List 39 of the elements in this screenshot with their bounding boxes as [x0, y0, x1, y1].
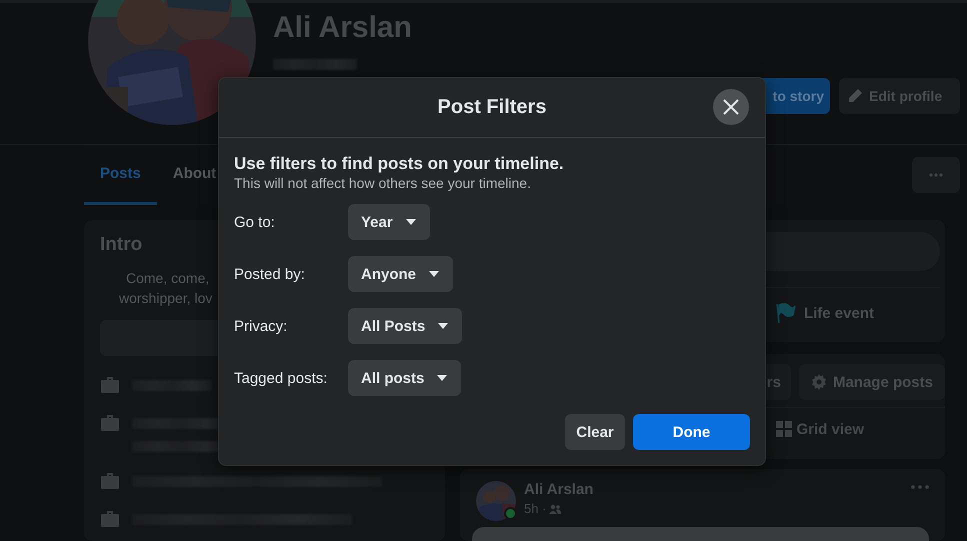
post-author: Ali Arslan	[524, 481, 594, 498]
more-icon	[929, 173, 943, 177]
done-button[interactable]: Done	[633, 414, 750, 450]
caret-icon	[428, 270, 440, 278]
life-event-button[interactable]: Life event	[768, 301, 880, 325]
grid-icon	[776, 421, 792, 437]
intro-title: Intro	[100, 234, 144, 256]
flag-icon	[774, 302, 796, 324]
caret-icon	[404, 218, 417, 226]
filter-dropdown[interactable]: All posts	[348, 360, 462, 396]
filter-dropdown[interactable]: Anyone	[348, 256, 454, 292]
dialog-heading: Use filters to find posts on your timeline.	[234, 154, 565, 174]
bio-text: Come, come,	[126, 269, 210, 288]
profile-name: Ali Arslan	[273, 11, 412, 45]
filter-label: Posted by:	[234, 266, 306, 282]
gear-icon	[810, 374, 827, 390]
briefcase-icon	[100, 414, 120, 432]
caret-icon	[436, 374, 448, 382]
clear-button[interactable]: Clear	[565, 414, 625, 450]
dialog-subheading: This will not affect how others see your timeline.	[234, 174, 532, 192]
filter-label: Privacy:	[234, 318, 288, 334]
profile-tab[interactable]: Posts	[84, 145, 157, 205]
more-icon[interactable]	[911, 485, 929, 489]
filter-dropdown[interactable]: Year	[348, 204, 430, 240]
close-button[interactable]	[713, 89, 749, 125]
dialog-title: Post Filters	[438, 96, 546, 119]
bio-text: worshipper, lov	[119, 289, 212, 308]
filter-label: Go to:	[234, 214, 276, 230]
pencil-icon	[847, 88, 863, 104]
briefcase-icon	[100, 376, 120, 394]
briefcase-icon	[100, 510, 120, 528]
filter-label: Tagged posts:	[234, 370, 328, 386]
profile-tab[interactable]: About	[156, 145, 232, 205]
caret-icon	[437, 322, 450, 330]
close-icon	[723, 99, 739, 115]
briefcase-icon	[100, 472, 120, 490]
filter-dropdown[interactable]: All Posts	[348, 308, 462, 344]
friends-icon	[549, 504, 562, 514]
more-button[interactable]	[912, 157, 960, 193]
